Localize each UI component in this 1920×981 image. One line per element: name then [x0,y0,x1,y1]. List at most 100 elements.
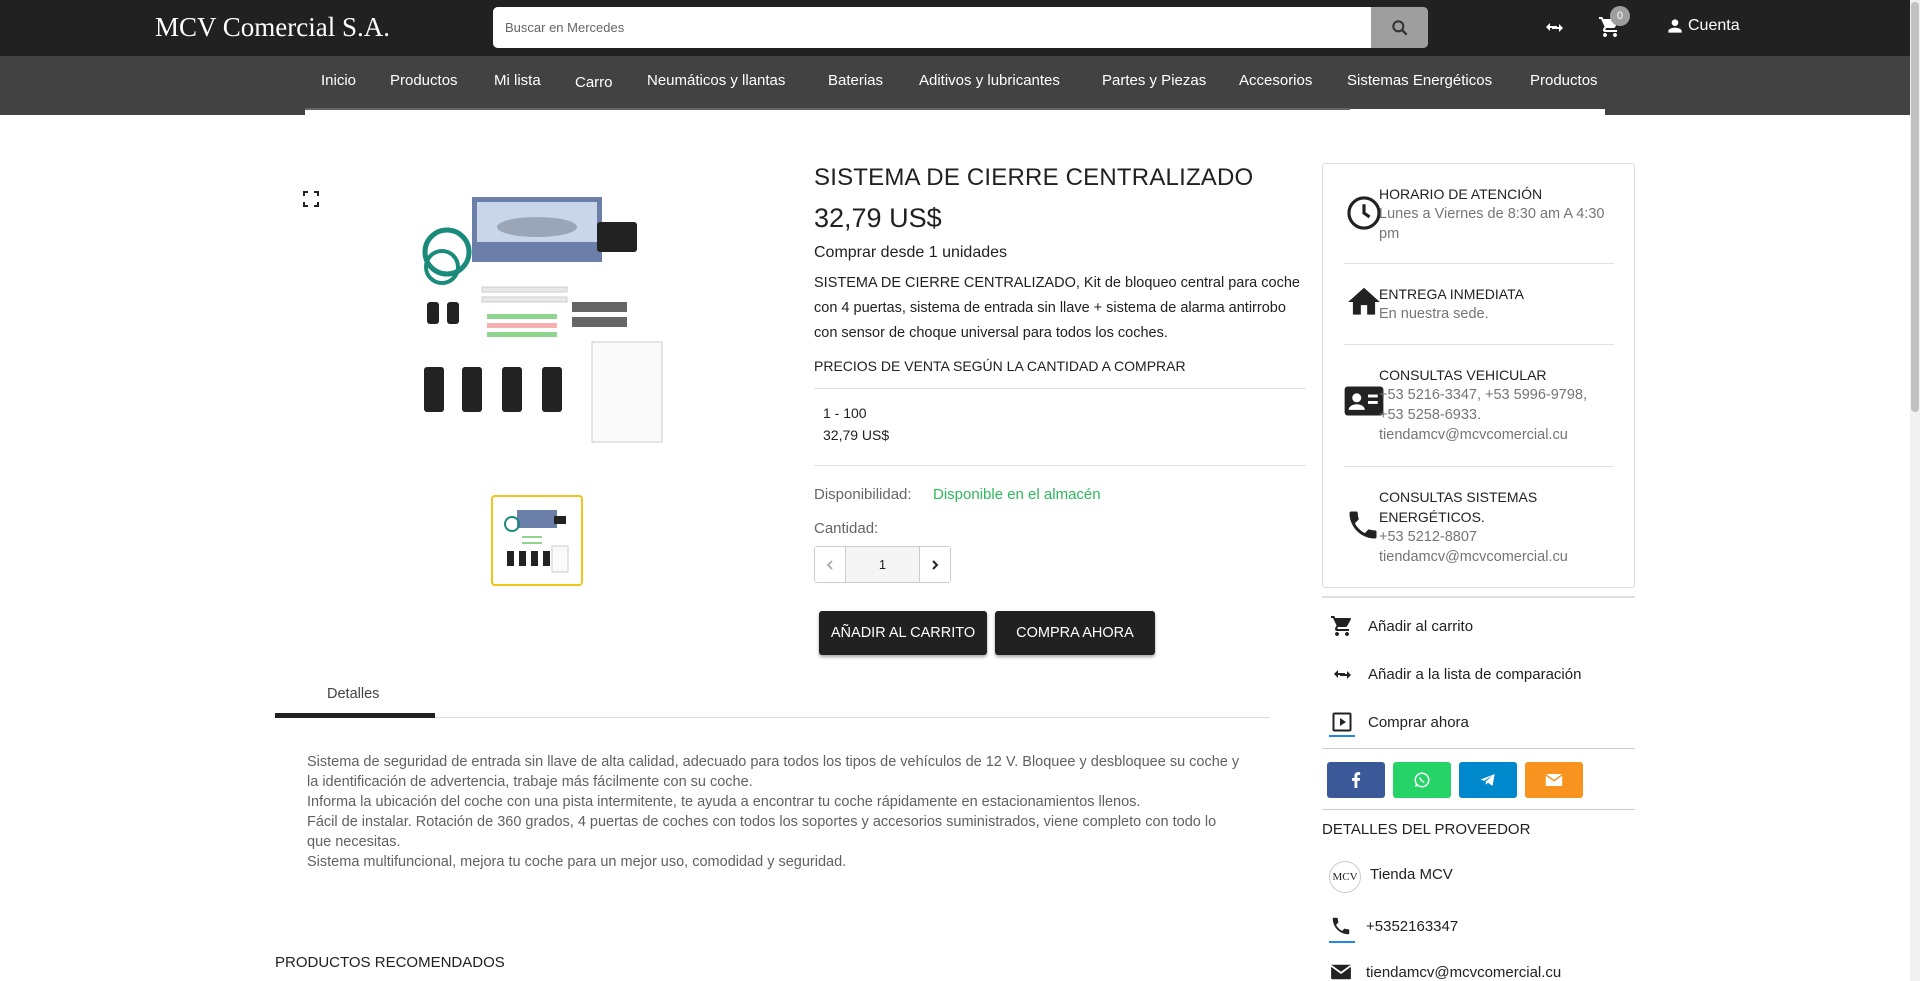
share-email-button[interactable] [1525,762,1583,798]
divider [814,465,1306,466]
nav-item-carro[interactable]: Carro [575,74,613,91]
quantity-input[interactable]: 1 [845,547,920,582]
tier-price: 32,79 US$ [823,427,890,443]
vehicle-email: tiendamcv@mcvcomercial.cu [1379,427,1568,443]
active-underline [1329,941,1355,943]
top-header: MCV Comercial S.A. 0 Cuenta [0,0,1910,56]
provider-email[interactable]: tiendamcv@mcvcomercial.cu [1330,963,1561,981]
scrollbar-thumb[interactable] [1911,2,1919,412]
quantity-label: Cantidad: [814,520,879,537]
energy-title: CONSULTAS SISTEMAS ENERGÉTICOS. [1379,489,1538,525]
provider-phone[interactable]: +5352163347 [1330,915,1458,937]
store-info-box: HORARIO DE ATENCIÓN Lunes a Viernes de 8… [1322,163,1635,588]
nav-item-neumaticos[interactable]: Neumáticos y llantas [647,72,785,89]
product-details-text: Sistema de seguridad de entrada sin llav… [307,752,1242,872]
fullscreen-icon [303,191,319,207]
nav-item-accesorios[interactable]: Accesorios [1239,72,1312,89]
cart-count-badge: 0 [1610,6,1630,26]
product-description: SISTEMA DE CIERRE CENTRALIZADO, Kit de b… [814,275,1300,341]
fullscreen-button[interactable] [303,191,319,212]
tab-active-indicator [275,713,435,718]
divider [1322,596,1635,598]
schedule-text: Lunes a Viernes de 8:30 am A 4:30 pm [1379,206,1605,242]
details-line: Informa la ubicación del coche con una p… [307,794,1141,810]
product-thumbnail[interactable] [491,495,583,586]
divider [1322,809,1635,810]
divider [1344,344,1614,345]
cart-icon [1331,616,1351,636]
tier-price-title: PRECIOS DE VENTA SEGÚN LA CANTIDAD A COM… [814,358,1186,374]
search-button[interactable] [1371,7,1428,48]
envelope-icon [1545,774,1563,786]
details-line: Sistema multifuncional, mejora tu coche … [307,854,847,870]
buy-now-button[interactable]: COMPRA AHORA [995,611,1155,655]
tier-range: 1 - 100 [823,405,867,421]
provider-phone-label: +5352163347 [1366,917,1459,935]
vehicle-title: CONSULTAS VEHICULAR [1379,367,1547,383]
add-to-cart-button[interactable]: AÑADIR AL CARRITO [819,611,987,655]
min-quantity-text: Comprar desde 1 unidades [814,244,1008,261]
divider [1344,466,1614,467]
divider [1322,748,1635,749]
side-compare[interactable]: Añadir a la lista de comparación [1330,662,1581,686]
provider-details-title: DETALLES DEL PROVEEDOR [1322,821,1531,838]
quantity-decrease-button[interactable] [815,547,845,582]
side-compare-label: Añadir a la lista de comparación [1368,665,1582,683]
compare-button[interactable] [1542,15,1566,44]
provider-email-label: tiendamcv@mcvcomercial.cu [1366,963,1562,981]
recommended-products-title: PRODUCTOS RECOMENDADOS [275,954,505,971]
person-icon [1668,19,1682,33]
clock-icon [1345,194,1383,237]
nav-item-mi-lista[interactable]: Mi lista [494,72,541,89]
product-title: SISTEMA DE CIERRE CENTRALIZADO [814,164,1254,191]
thumbnail-image [504,509,569,572]
active-underline [1329,735,1355,737]
chevron-right-icon [932,559,939,570]
nav-item-sistemas-energeticos[interactable]: Sistemas Energéticos [1347,72,1492,89]
delivery-title: ENTREGA INMEDIATA [1379,286,1524,302]
divider [1344,263,1614,264]
telegram-icon [1480,774,1495,786]
site-logo[interactable]: MCV Comercial S.A. [155,12,390,43]
side-add-to-cart[interactable]: Añadir al carrito [1330,614,1473,638]
side-add-to-cart-label: Añadir al carrito [1368,617,1474,635]
main-nav: Inicio Productos Mi lista Carro Neumátic… [0,56,1910,115]
whatsapp-icon [1414,772,1430,788]
provider-name[interactable]: Tienda MCV [1370,866,1453,883]
car-lock-kit-image [422,197,663,443]
quantity-increase-button[interactable] [920,547,950,582]
nav-item-productos[interactable]: Productos [390,72,458,89]
chevron-left-icon [826,559,833,570]
phone-icon [1345,507,1381,548]
account-label: Cuenta [1688,17,1740,34]
side-buy-now[interactable]: Comprar ahora [1330,710,1469,734]
quantity-stepper: 1 [814,546,951,583]
tab-detalles[interactable]: Detalles [327,686,379,702]
nav-item-inicio[interactable]: Inicio [321,72,356,89]
share-telegram-button[interactable] [1459,762,1517,798]
energy-email: tiendamcv@mcvcomercial.cu [1379,549,1568,565]
side-buy-now-label: Comprar ahora [1368,713,1469,731]
account-button[interactable]: Cuenta [1665,16,1740,36]
search-input[interactable] [493,7,1370,48]
share-whatsapp-button[interactable] [1393,762,1451,798]
share-facebook-button[interactable] [1327,762,1385,798]
nav-item-baterias[interactable]: Baterias [828,72,883,89]
phone-icon [1332,917,1350,935]
vehicle-phones: +53 5216-3347, +53 5996-9798, +53 5258-6… [1379,387,1588,423]
schedule-title: HORARIO DE ATENCIÓN [1379,186,1543,202]
play-box-icon [1332,712,1352,732]
search-icon [1391,19,1407,35]
delivery-text: En nuestra sede. [1379,306,1489,322]
search-bar [493,7,1428,48]
nav-item-productos-2[interactable]: Productos [1530,72,1598,89]
home-icon [1345,283,1383,326]
provider-logo: MCV [1329,861,1361,893]
nav-progress-line [305,108,1350,110]
nav-item-partes[interactable]: Partes y Piezas [1102,72,1206,89]
product-main-image[interactable] [412,192,672,447]
nav-item-aditivos[interactable]: Aditivos y lubricantes [919,72,1060,89]
page-scrollbar[interactable] [1910,0,1920,981]
compare-icon [1546,23,1563,32]
facebook-icon [1352,772,1361,788]
